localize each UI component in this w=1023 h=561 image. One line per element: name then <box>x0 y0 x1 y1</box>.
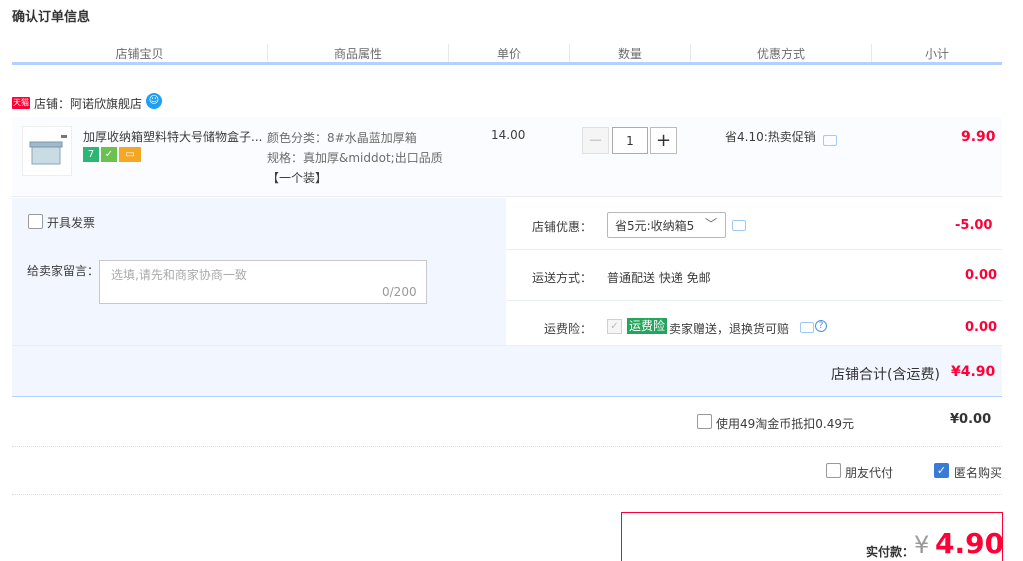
shop-total-label: 店铺合计(含运费) <box>831 367 940 383</box>
insurance-value: 0.00 <box>965 320 998 335</box>
chat-bubble-icon[interactable] <box>800 322 814 333</box>
invoice-label: 开具发票 <box>47 216 96 230</box>
payment-amount: 4.90 <box>935 527 1005 560</box>
payment-currency: ¥ <box>914 531 930 559</box>
guarantee-icon: ✓ <box>101 147 117 162</box>
col-header-attributes: 商品属性 <box>333 47 382 61</box>
anonymous-checkbox[interactable]: ✓ <box>934 463 949 478</box>
seven-day-return-icon: 7 <box>83 147 99 162</box>
payment-label: 实付款： <box>866 545 915 559</box>
row-divider <box>506 300 1002 301</box>
header-underline <box>12 62 1002 65</box>
product-spec-attr: 规格：真加厚&middot;出口品质 <box>267 151 443 165</box>
friend-pay-label: 朋友代付 <box>845 466 894 480</box>
shop-discount-value: -5.00 <box>955 218 993 233</box>
page-title: 确认订单信息 <box>12 10 91 25</box>
quantity-increase-button[interactable]: + <box>650 127 677 154</box>
chat-bubble-icon[interactable] <box>823 135 837 146</box>
row-divider <box>506 249 1002 250</box>
insurance-label: 运费险： <box>544 322 593 336</box>
question-icon[interactable]: ? <box>815 320 827 332</box>
insurance-checkbox: ✓ <box>607 319 622 334</box>
shop-name-link[interactable]: 店铺：阿诺欣旗舰店 <box>34 95 142 112</box>
shipping-value: 0.00 <box>965 268 998 283</box>
service-icons: 7 ✓ ▭ <box>83 147 141 162</box>
invoice-checkbox[interactable] <box>28 214 43 229</box>
tmall-badge-icon: 天猫 <box>12 97 30 109</box>
divider <box>12 494 1002 495</box>
unit-price: 14.00 <box>491 128 526 142</box>
coins-label: 使用49淘金币抵扣0.49元 <box>716 417 854 431</box>
coins-value: ¥0.00 <box>950 412 992 427</box>
chat-bubble-icon[interactable] <box>732 220 746 231</box>
item-subtotal: 9.90 <box>961 129 996 145</box>
col-header-promotion: 优惠方式 <box>756 47 805 61</box>
col-header-quantity: 数量 <box>617 47 642 61</box>
anonymous-label: 匿名购买 <box>954 466 1003 480</box>
product-title-link[interactable]: 加厚收纳箱塑料特大号储物盒子... <box>83 128 263 145</box>
product-thumbnail[interactable] <box>22 126 72 176</box>
shop-discount-label: 店铺优惠： <box>532 220 593 234</box>
product-spec-attr-2: 【一个装】 <box>267 171 328 185</box>
shipping-label: 运送方式： <box>532 271 593 285</box>
divider <box>12 446 1002 447</box>
quantity-input[interactable] <box>612 127 648 154</box>
coins-checkbox[interactable] <box>697 414 712 429</box>
col-header-price: 单价 <box>496 47 521 61</box>
chevron-down-icon: ﹀ <box>705 217 718 231</box>
col-header-shop-item: 店铺宝贝 <box>115 47 164 61</box>
insurance-tag: 运费险 <box>627 318 668 334</box>
insurance-text: 卖家赠送，退换货可赔 <box>669 322 790 336</box>
row-divider <box>12 345 1002 346</box>
shop-discount-selected: 省5元:收纳箱5 <box>615 219 695 233</box>
message-counter: 0/200 <box>382 285 417 299</box>
message-label: 给卖家留言： <box>27 264 100 278</box>
product-color-attr: 颜色分类：8#水晶蓝加厚箱 <box>267 131 417 145</box>
shop-total-value: ¥4.90 <box>951 364 996 380</box>
quantity-decrease-button[interactable]: − <box>582 127 609 154</box>
item-promotion: 省4.10:热卖促销 <box>725 130 816 144</box>
credit-card-icon: ▭ <box>119 147 141 162</box>
friend-pay-checkbox[interactable] <box>826 463 841 478</box>
wangwang-chat-icon[interactable]: ☺ <box>146 93 162 109</box>
message-placeholder: 选填,请先和商家协商一致 <box>111 268 247 282</box>
shipping-method: 普通配送 快递 免邮 <box>607 271 711 285</box>
col-header-subtotal: 小计 <box>924 47 949 61</box>
